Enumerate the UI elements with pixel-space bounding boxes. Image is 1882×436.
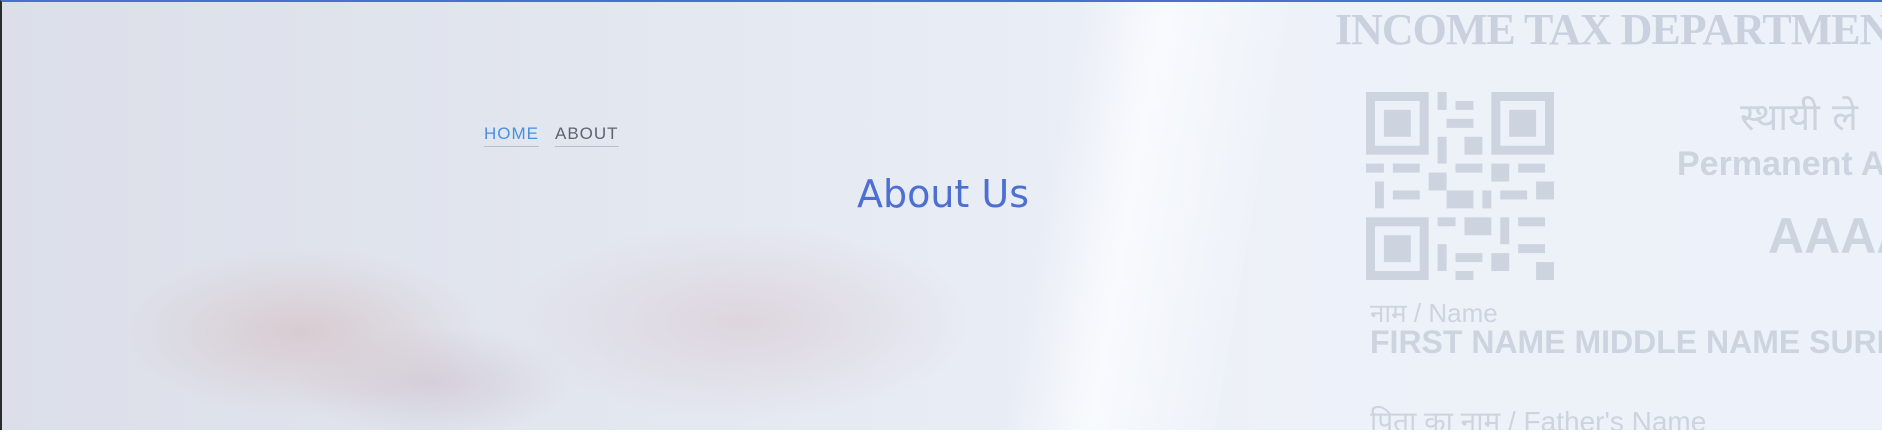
pan-card-name-value: FIRST NAME MIDDLE NAME SURNA (1370, 324, 1882, 360)
breadcrumb: HOME ABOUT (484, 124, 619, 147)
pan-card-department: INCOME TAX DEPARTMENT (1335, 5, 1882, 54)
pan-card-hindi-heading: स्थायी ले (1740, 95, 1858, 139)
breadcrumb-about-link[interactable]: ABOUT (555, 124, 619, 147)
page-title: About Us (856, 172, 1030, 216)
breadcrumb-home-link[interactable]: HOME (484, 124, 539, 147)
page-hero-banner: INCOME TAX DEPARTMENT स्थायी ले Permanen… (0, 0, 1882, 430)
pan-card-father-label: पिता का नाम / Father's Name (1370, 406, 1707, 430)
divider (0, 430, 1882, 436)
